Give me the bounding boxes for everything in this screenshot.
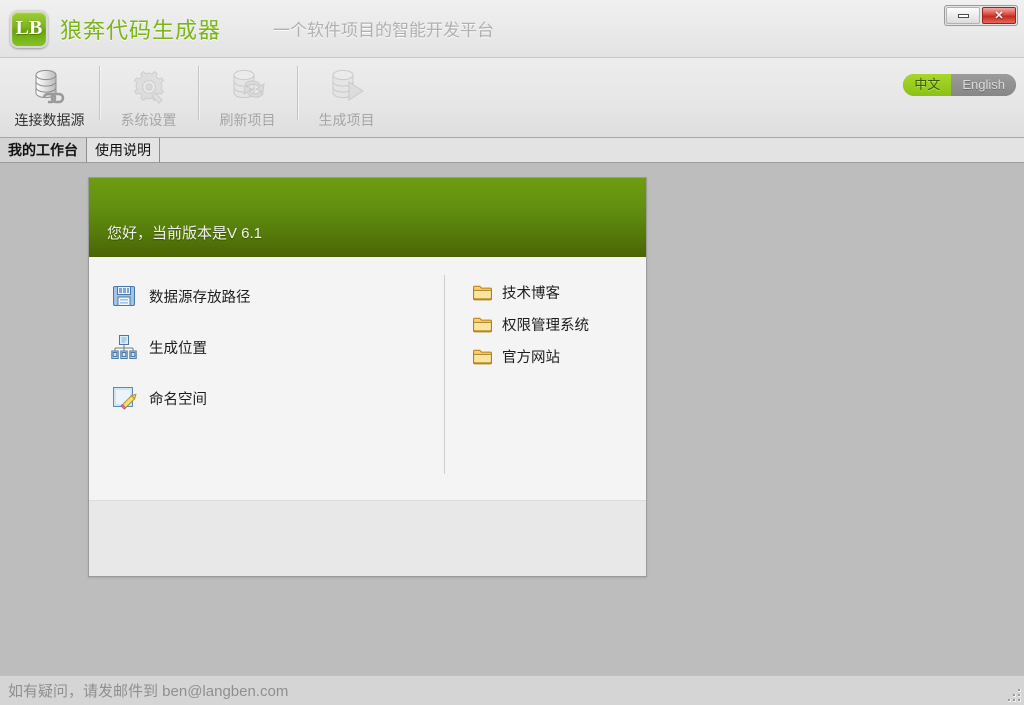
app-logo: LB xyxy=(10,10,48,48)
edit-note-icon xyxy=(111,385,137,411)
toolbar-button-label: 刷新项目 xyxy=(220,110,276,130)
save-floppy-icon xyxy=(111,283,137,309)
minimize-icon xyxy=(958,14,969,18)
folder-icon xyxy=(473,284,492,301)
link-tech-blog[interactable]: 技术博客 xyxy=(473,281,646,303)
panel-body: 数据源存放路径 xyxy=(89,257,646,500)
folder-icon xyxy=(473,316,492,333)
database-play-icon xyxy=(325,66,369,108)
deploy-network-icon xyxy=(111,334,137,360)
database-refresh-icon xyxy=(226,66,270,108)
tab-strip: 我的工作台 使用说明 xyxy=(0,138,1024,163)
close-icon: ✕ xyxy=(994,9,1003,22)
tab-usage-instructions[interactable]: 使用说明 xyxy=(87,138,160,162)
tab-my-workbench[interactable]: 我的工作台 xyxy=(0,138,87,162)
toolbar-button-label: 生成项目 xyxy=(319,110,375,130)
settings-column: 数据源存放路径 xyxy=(89,257,444,500)
folder-icon xyxy=(473,348,492,365)
window-controls: ✕ xyxy=(944,5,1018,26)
link-label: 命名空间 xyxy=(149,388,207,409)
link-label: 权限管理系统 xyxy=(502,314,589,335)
close-button[interactable]: ✕ xyxy=(982,7,1016,24)
link-permission-system[interactable]: 权限管理系统 xyxy=(473,313,646,335)
link-label: 数据源存放路径 xyxy=(149,286,251,307)
app-subtitle: 一个软件项目的智能开发平台 xyxy=(273,16,494,41)
links-column: 技术博客 权限管理系统 官方网站 xyxy=(445,257,646,500)
panel-footer xyxy=(89,500,646,576)
toolbar-button-system-settings[interactable]: 系统设置 xyxy=(99,58,198,136)
link-label: 技术博客 xyxy=(502,282,560,303)
application-window: LB 狼奔代码生成器 一个软件项目的智能开发平台 ✕ xyxy=(0,0,1024,705)
link-label: 生成位置 xyxy=(149,337,207,358)
resize-grip[interactable] xyxy=(1007,688,1021,702)
tab-label: 我的工作台 xyxy=(8,140,78,160)
link-label: 官方网站 xyxy=(502,346,560,367)
toolbar-button-label: 连接数据源 xyxy=(15,110,85,130)
link-namespace[interactable]: 命名空间 xyxy=(111,384,444,412)
tab-label: 使用说明 xyxy=(95,140,151,160)
status-bar: 如有疑问，请发邮件到 ben@langben.com xyxy=(0,675,1024,705)
link-official-website[interactable]: 官方网站 xyxy=(473,345,646,367)
app-title: 狼奔代码生成器 xyxy=(60,13,221,45)
link-generate-location[interactable]: 生成位置 xyxy=(111,333,444,361)
toolbar-button-refresh-project[interactable]: 刷新项目 xyxy=(198,58,297,136)
tab-strip-filler xyxy=(160,138,1024,162)
welcome-panel: 您好，当前版本是V 6.1 数据源存放路径 xyxy=(88,177,647,577)
gear-settings-icon xyxy=(127,66,171,108)
language-option-chinese[interactable]: 中文 xyxy=(903,74,951,96)
database-link-icon xyxy=(28,66,72,108)
main-toolbar: 连接数据源 系统设置 xyxy=(0,58,1024,138)
toolbar-button-connect-datasource[interactable]: 连接数据源 xyxy=(0,58,99,136)
language-toggle[interactable]: 中文 English xyxy=(903,74,1016,96)
title-bar: LB 狼奔代码生成器 一个软件项目的智能开发平台 ✕ xyxy=(0,0,1024,58)
toolbar-button-label: 系统设置 xyxy=(121,110,177,130)
workspace-area: 您好，当前版本是V 6.1 数据源存放路径 xyxy=(0,163,1024,675)
minimize-button[interactable] xyxy=(946,7,980,24)
app-logo-text: LB xyxy=(16,17,43,40)
status-message: 如有疑问，请发邮件到 ben@langben.com xyxy=(8,680,288,701)
version-greeting: 您好，当前版本是V 6.1 xyxy=(107,222,262,243)
link-datasource-path[interactable]: 数据源存放路径 xyxy=(111,282,444,310)
toolbar-button-generate-project[interactable]: 生成项目 xyxy=(297,58,396,136)
language-option-english[interactable]: English xyxy=(951,74,1016,96)
panel-banner: 您好，当前版本是V 6.1 xyxy=(89,178,646,257)
